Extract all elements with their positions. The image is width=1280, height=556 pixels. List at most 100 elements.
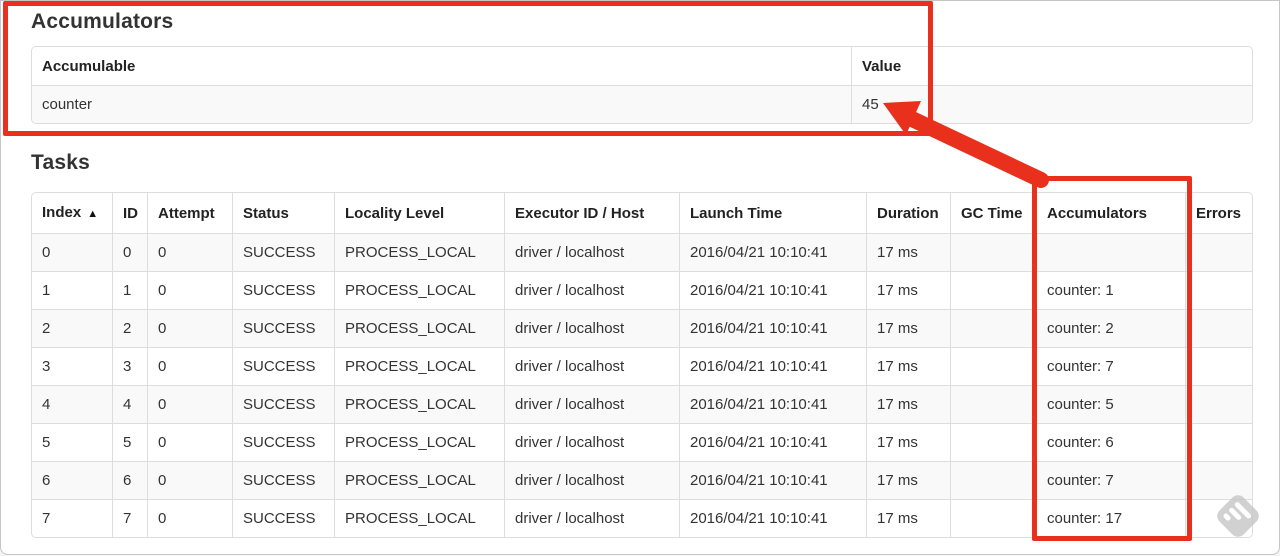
table-row: 1 1 0 SUCCESS PROCESS_LOCAL driver / localhos… bbox=[32, 271, 1252, 309]
table-cell: SUCCESS bbox=[232, 423, 334, 461]
table-cell: 2 bbox=[32, 309, 112, 347]
table-cell: SUCCESS bbox=[232, 271, 334, 309]
executor-id-host-column-header[interactable]: Executor ID / Host bbox=[504, 193, 679, 233]
table-cell: 2 bbox=[112, 309, 147, 347]
table-cell: counter: 17 bbox=[1036, 499, 1185, 537]
table-cell: 1 bbox=[32, 271, 112, 309]
table-cell bbox=[1185, 423, 1252, 461]
gc-time-column-header[interactable]: GC Time bbox=[950, 193, 1036, 233]
table-cell: counter: 5 bbox=[1036, 385, 1185, 423]
table-cell bbox=[950, 233, 1036, 271]
table-cell bbox=[1185, 347, 1252, 385]
table-cell: 2016/04/21 10:10:41 bbox=[679, 461, 866, 499]
table-cell: 5 bbox=[112, 423, 147, 461]
table-cell bbox=[950, 499, 1036, 537]
table-cell: driver / localhost bbox=[504, 271, 679, 309]
table-cell bbox=[950, 385, 1036, 423]
table-cell: SUCCESS bbox=[232, 499, 334, 537]
table-cell: 2016/04/21 10:10:41 bbox=[679, 385, 866, 423]
table-cell: counter: 1 bbox=[1036, 271, 1185, 309]
accumulators-column-header[interactable]: Accumulators bbox=[1036, 193, 1185, 233]
table-cell: driver / localhost bbox=[504, 347, 679, 385]
locality-level-column-header[interactable]: Locality Level bbox=[334, 193, 504, 233]
errors-column-header[interactable]: Errors bbox=[1185, 193, 1252, 233]
table-cell: 0 bbox=[32, 233, 112, 271]
table-cell: 0 bbox=[147, 347, 232, 385]
table-cell bbox=[1185, 309, 1252, 347]
table-cell: 6 bbox=[112, 461, 147, 499]
table-cell: 45 bbox=[851, 85, 1252, 123]
table-cell bbox=[1036, 233, 1185, 271]
table-cell: 17 ms bbox=[866, 233, 950, 271]
table-row: counter 45 bbox=[32, 85, 1252, 123]
table-cell: 7 bbox=[112, 499, 147, 537]
table-cell: driver / localhost bbox=[504, 461, 679, 499]
table-cell: PROCESS_LOCAL bbox=[334, 461, 504, 499]
table-cell: 0 bbox=[147, 423, 232, 461]
table-cell: 3 bbox=[112, 347, 147, 385]
tasks-section-heading: Tasks bbox=[31, 151, 90, 174]
table-cell: driver / localhost bbox=[504, 309, 679, 347]
table-row: 0 0 0 SUCCESS PROCESS_LOCAL driver / localhos… bbox=[32, 233, 1252, 271]
tasks-table-header-row: Index ▲ ID Attempt Status Locality Level … bbox=[32, 193, 1252, 233]
table-cell: 1 bbox=[112, 271, 147, 309]
table-cell: 7 bbox=[32, 499, 112, 537]
table-cell bbox=[950, 423, 1036, 461]
table-row: 6 6 0 SUCCESS PROCESS_LOCAL driver / localhos… bbox=[32, 461, 1252, 499]
table-cell: 17 ms bbox=[866, 423, 950, 461]
table-cell: 17 ms bbox=[866, 385, 950, 423]
table-cell: PROCESS_LOCAL bbox=[334, 347, 504, 385]
table-cell bbox=[950, 271, 1036, 309]
id-column-header[interactable]: ID bbox=[112, 193, 147, 233]
table-cell: counter: 7 bbox=[1036, 347, 1185, 385]
table-cell: 0 bbox=[112, 233, 147, 271]
table-cell: 0 bbox=[147, 385, 232, 423]
table-cell: SUCCESS bbox=[232, 347, 334, 385]
table-row: 4 4 0 SUCCESS PROCESS_LOCAL driver / localhos… bbox=[32, 385, 1252, 423]
status-column-header[interactable]: Status bbox=[232, 193, 334, 233]
table-row: 7 7 0 SUCCESS PROCESS_LOCAL driver / localhos… bbox=[32, 499, 1252, 537]
spark-stage-page: Accumulators Accumulable Value counter 45… bbox=[0, 0, 1280, 555]
table-cell: 0 bbox=[147, 309, 232, 347]
table-cell: SUCCESS bbox=[232, 233, 334, 271]
table-row: 2 2 0 SUCCESS PROCESS_LOCAL driver / localhos… bbox=[32, 309, 1252, 347]
table-cell: counter bbox=[32, 85, 851, 123]
table-cell: counter: 6 bbox=[1036, 423, 1185, 461]
launch-time-column-header[interactable]: Launch Time bbox=[679, 193, 866, 233]
table-cell bbox=[1185, 499, 1252, 537]
table-cell: 3 bbox=[32, 347, 112, 385]
table-cell: 0 bbox=[147, 461, 232, 499]
table-cell: 2016/04/21 10:10:41 bbox=[679, 233, 866, 271]
accumulable-column-header: Accumulable bbox=[42, 58, 136, 75]
table-cell: 17 ms bbox=[866, 499, 950, 537]
table-cell: 5 bbox=[32, 423, 112, 461]
table-cell: driver / localhost bbox=[504, 499, 679, 537]
tasks-table: Index ▲ ID Attempt Status Locality Level … bbox=[31, 192, 1253, 538]
sort-ascending-icon: ▲ bbox=[87, 208, 99, 220]
accumulators-section-heading: Accumulators bbox=[31, 10, 174, 33]
table-cell: 4 bbox=[32, 385, 112, 423]
table-row: 5 5 0 SUCCESS PROCESS_LOCAL driver / localhos… bbox=[32, 423, 1252, 461]
table-cell: SUCCESS bbox=[232, 309, 334, 347]
table-cell: 6 bbox=[32, 461, 112, 499]
table-cell: PROCESS_LOCAL bbox=[334, 385, 504, 423]
duration-column-header[interactable]: Duration bbox=[866, 193, 950, 233]
table-cell: 2016/04/21 10:10:41 bbox=[679, 347, 866, 385]
table-cell bbox=[950, 461, 1036, 499]
index-column-header[interactable]: Index ▲ bbox=[32, 193, 112, 233]
table-cell bbox=[1185, 385, 1252, 423]
table-cell bbox=[1185, 271, 1252, 309]
table-cell: counter: 2 bbox=[1036, 309, 1185, 347]
table-cell: PROCESS_LOCAL bbox=[334, 423, 504, 461]
attempt-column-header[interactable]: Attempt bbox=[147, 193, 232, 233]
table-cell: 17 ms bbox=[866, 271, 950, 309]
accumulators-table-header-row: Accumulable Value bbox=[32, 47, 1252, 85]
table-cell: 2016/04/21 10:10:41 bbox=[679, 309, 866, 347]
table-cell: PROCESS_LOCAL bbox=[334, 233, 504, 271]
table-cell bbox=[950, 347, 1036, 385]
table-cell: 0 bbox=[147, 499, 232, 537]
index-column-label: Index bbox=[42, 204, 82, 221]
table-cell: driver / localhost bbox=[504, 423, 679, 461]
table-cell: driver / localhost bbox=[504, 233, 679, 271]
table-cell: 0 bbox=[147, 233, 232, 271]
